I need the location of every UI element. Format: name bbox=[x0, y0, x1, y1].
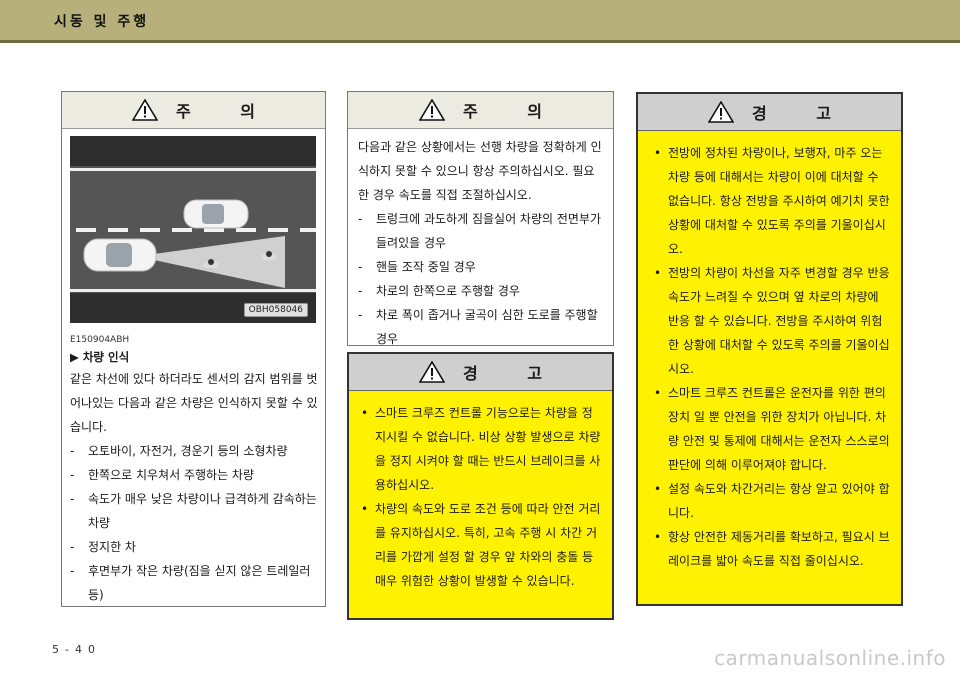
warning-list: • 스마트 크루즈 컨트롤 기능으로는 차량을 정지시킬 수 없습니다. 비상 상… bbox=[349, 391, 612, 593]
warning-box-smart-cruise: 경 고 • 스마트 크루즈 컨트롤 기능으로는 차량을 정지시킬 수 없습니다. … bbox=[347, 352, 614, 620]
warning-triangle-icon bbox=[418, 99, 445, 121]
middle-top-body: 다음과 같은 상황에서는 선행 차량을 정확하게 인식하지 못할 수 있으니 항… bbox=[348, 129, 613, 351]
page-number: 5-40 bbox=[52, 643, 101, 656]
subheading-vehicle-detection: ▶ 차량 인식 bbox=[70, 350, 130, 364]
list-item: - 정지한 차 bbox=[70, 540, 136, 554]
list-item: • 전방의 차량이 차선을 자주 변경할 경우 반응 속도가 느려질 수 있으며 … bbox=[654, 266, 890, 376]
vehicle-detection-illustration: OBH058046 bbox=[70, 136, 316, 323]
list-item: • 스마트 크루즈 컨트롤 기능으로는 차량을 정지시킬 수 없습니다. 비상 상… bbox=[361, 406, 601, 492]
list-item: - 후면부가 작은 차량(짐을 싣지 않은 트레일러 등) bbox=[70, 564, 311, 602]
section-code: E150904ABH bbox=[70, 335, 130, 345]
list-item: - 트렁크에 과도하게 짐을실어 차량의 전면부가 들려있을 경우 bbox=[358, 212, 602, 250]
list-item: - 차로 폭이 좁거나 굴곡이 심한 도로를 주행할 경우 bbox=[358, 308, 598, 346]
caution-box-vehicle-detection: 주 의 OBH058046 E150904ABH ▶ 차량 인식 같은 차선에 … bbox=[61, 91, 326, 607]
own-car bbox=[83, 238, 157, 272]
warning-heading-bar: 경 고 bbox=[638, 94, 901, 131]
caution-heading-bar: 주 의 bbox=[348, 92, 613, 129]
warning-triangle-icon bbox=[418, 361, 445, 383]
warning-heading-bar: 경 고 bbox=[349, 354, 612, 391]
lead-car bbox=[183, 199, 249, 229]
list-item: - 속도가 매우 낮은 차량이나 급격하게 감속하는 차량 bbox=[70, 492, 317, 530]
left-box-body: 같은 차선에 있다 하더라도 센서의 감지 범위를 벗어나있는 다음과 같은 차… bbox=[70, 367, 322, 607]
warning-list: • 전방에 정차된 차량이나, 보행자, 마주 오는 차량 등에 대해서는 차량이… bbox=[638, 131, 901, 573]
caution-heading: 주 의 bbox=[462, 102, 564, 121]
list-item: • 스마트 크루즈 컨트롤은 운전자를 위한 편의 장치 일 뿐 안전을 위한 장… bbox=[654, 386, 890, 472]
list-item: • 차량의 속도와 도로 조건 등에 따라 안전 거리를 유지하십시오. 특히, … bbox=[361, 502, 601, 588]
warning-triangle-icon bbox=[707, 101, 734, 123]
caution-box-lead-vehicle: 주 의 다음과 같은 상황에서는 선행 차량을 정확하게 인식하지 못할 수 있… bbox=[347, 91, 614, 346]
caution-heading-bar: 주 의 bbox=[62, 92, 325, 129]
figure-label: OBH058046 bbox=[243, 303, 308, 317]
list-item: • 전방에 정차된 차량이나, 보행자, 마주 오는 차량 등에 대해서는 차량이… bbox=[654, 146, 890, 256]
undetectable-list: - 오토바이, 자전거, 경운기 등의 소형차량 - 한쪽으로 치우쳐서 주행하는 … bbox=[70, 439, 322, 607]
list-item: - 차로의 한쪽으로 주행할 경우 bbox=[358, 284, 520, 298]
section-title: 시동 및 주행 bbox=[54, 14, 150, 30]
list-item: • 항상 안전한 제동거리를 확보하고, 필요시 브레이크를 밟아 속도를 직접 … bbox=[654, 530, 890, 568]
list-item: - 핸들 조작 중일 경우 bbox=[358, 260, 476, 274]
intro-paragraph: 같은 차선에 있다 하더라도 센서의 감지 범위를 벗어나있는 다음과 같은 차… bbox=[70, 372, 318, 434]
list-item: • 설정 속도와 차간거리는 항상 알고 있어야 합니다. bbox=[654, 482, 890, 520]
warning-heading: 경 고 bbox=[462, 364, 564, 383]
header-rule bbox=[0, 40, 960, 43]
page-header: 시동 및 주행 bbox=[0, 0, 960, 40]
road-diagram bbox=[70, 136, 316, 323]
watermark: carmanualsonline.info bbox=[714, 646, 946, 670]
warning-triangle-icon bbox=[131, 99, 158, 121]
warning-box-forward-attention: 경 고 • 전방에 정차된 차량이나, 보행자, 마주 오는 차량 등에 대해서는… bbox=[636, 92, 903, 606]
list-item: - 한쪽으로 치우쳐서 주행하는 차량 bbox=[70, 468, 255, 482]
list-item: - 오토바이, 자전거, 경운기 등의 소형차량 bbox=[70, 444, 288, 458]
warning-heading: 경 고 bbox=[751, 104, 853, 123]
caution-heading: 주 의 bbox=[175, 102, 277, 121]
intro-paragraph: 다음과 같은 상황에서는 선행 차량을 정확하게 인식하지 못할 수 있으니 항… bbox=[358, 140, 602, 202]
situation-list: - 트렁크에 과도하게 짐을실어 차량의 전면부가 들려있을 경우 - 핸들 조작 … bbox=[358, 207, 603, 351]
